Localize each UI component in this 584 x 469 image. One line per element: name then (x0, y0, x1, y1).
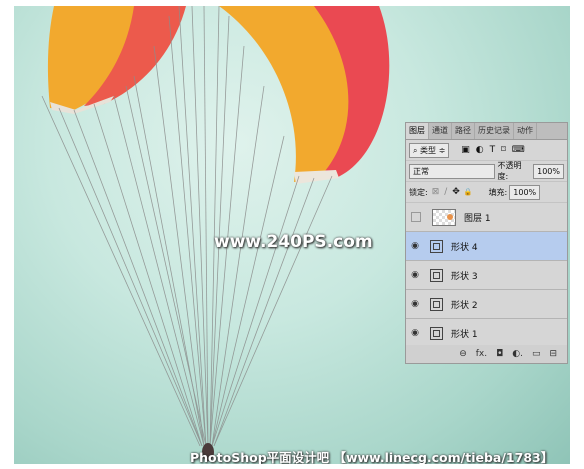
lock-pixels-icon[interactable]: ∕ (444, 187, 447, 197)
tab-paths[interactable]: 路径 (452, 123, 475, 139)
new-layer-icon[interactable]: ⊟ (549, 349, 557, 359)
opacity-label: 不透明度: (497, 161, 522, 181)
filter-label: 类型 (420, 145, 437, 155)
fill-input[interactable]: 100% (509, 184, 541, 200)
layers-panel: 图层 通道 路径 历史记录 动作 ⌕ 类型 ≑ ▣ ◐ T ⌑ ⌨ 正常 不透明… (405, 122, 568, 364)
eye-icon[interactable]: ◉ (406, 328, 424, 338)
layer-row-shape-1[interactable]: ◉ 形状 1 (406, 319, 567, 348)
tab-history[interactable]: 历史记录 (475, 123, 514, 139)
layer-name: 形状 4 (451, 242, 478, 253)
layer-row-shape-3[interactable]: ◉ 形状 3 (406, 261, 567, 290)
eye-icon[interactable]: ◉ (406, 299, 424, 309)
lock-label: 锁定: (409, 187, 428, 197)
new-group-icon[interactable]: ▭ (532, 349, 541, 359)
shape-thumbnail-icon (430, 297, 443, 311)
chevron-updown-icon: ≑ (438, 145, 446, 155)
lock-row: 锁定: ⊠ ∕ ✥ 🔒 填充: 100% (406, 182, 567, 203)
shape-thumbnail-icon (430, 326, 443, 340)
layer-name: 图层 1 (464, 213, 491, 224)
type-filter-icon[interactable]: T (490, 145, 496, 155)
panel-tabs: 图层 通道 路径 历史记录 动作 (406, 123, 567, 140)
blend-row: 正常 不透明度: 100% (406, 161, 567, 182)
layer-name: 形状 1 (451, 329, 478, 340)
layer-style-fx-icon[interactable]: fx. (476, 349, 487, 359)
eye-icon[interactable]: ◉ (406, 241, 424, 251)
panel-bottom-bar: ⊖ fx. ◘ ◐. ▭ ⊟ (406, 345, 567, 363)
lock-all-icon[interactable]: 🔒 (464, 188, 473, 196)
adjustment-layer-icon[interactable]: ◐. (512, 349, 523, 359)
shape-filter-icon[interactable]: ⌑ (501, 145, 506, 155)
layer-name: 形状 3 (451, 271, 478, 282)
filter-row: ⌕ 类型 ≑ ▣ ◐ T ⌑ ⌨ (406, 140, 567, 161)
blend-mode-select[interactable]: 正常 (409, 163, 495, 179)
shape-thumbnail-icon (430, 239, 443, 253)
layer-row-shape-4[interactable]: ◉ 形状 4 (406, 232, 567, 261)
pixel-filter-icon[interactable]: ▣ (461, 145, 470, 155)
layer-filter-select[interactable]: ⌕ 类型 ≑ (409, 142, 450, 158)
smart-object-filter-icon[interactable]: ⌨ (512, 145, 525, 155)
watermark-center: www.240PS.com (214, 232, 373, 252)
tab-actions[interactable]: 动作 (514, 123, 537, 139)
blend-mode-value: 正常 (413, 166, 429, 176)
tab-channels[interactable]: 通道 (429, 123, 452, 139)
tab-layers[interactable]: 图层 (406, 123, 429, 139)
lock-transparent-icon[interactable]: ⊠ (432, 187, 440, 197)
watermark-bottom: PhotoShop平面设计吧 【www.linecg.com/tieba/178… (190, 450, 554, 464)
link-layers-icon[interactable]: ⊖ (459, 349, 467, 359)
shape-thumbnail-icon (430, 268, 443, 282)
layer-row-image-1[interactable]: 图层 1 (406, 203, 567, 232)
eye-icon[interactable]: ◉ (406, 270, 424, 280)
layer-thumbnail (432, 208, 456, 226)
opacity-input[interactable]: 100% (533, 163, 564, 179)
search-icon: ⌕ (413, 145, 418, 155)
fill-label: 填充: (488, 187, 508, 197)
layer-row-shape-2[interactable]: ◉ 形状 2 (406, 290, 567, 319)
adjustment-filter-icon[interactable]: ◐ (476, 145, 484, 155)
add-mask-icon[interactable]: ◘ (496, 349, 503, 359)
visibility-toggle-off[interactable] (411, 212, 421, 222)
layer-name: 形状 2 (451, 300, 478, 311)
lock-position-icon[interactable]: ✥ (452, 187, 460, 197)
